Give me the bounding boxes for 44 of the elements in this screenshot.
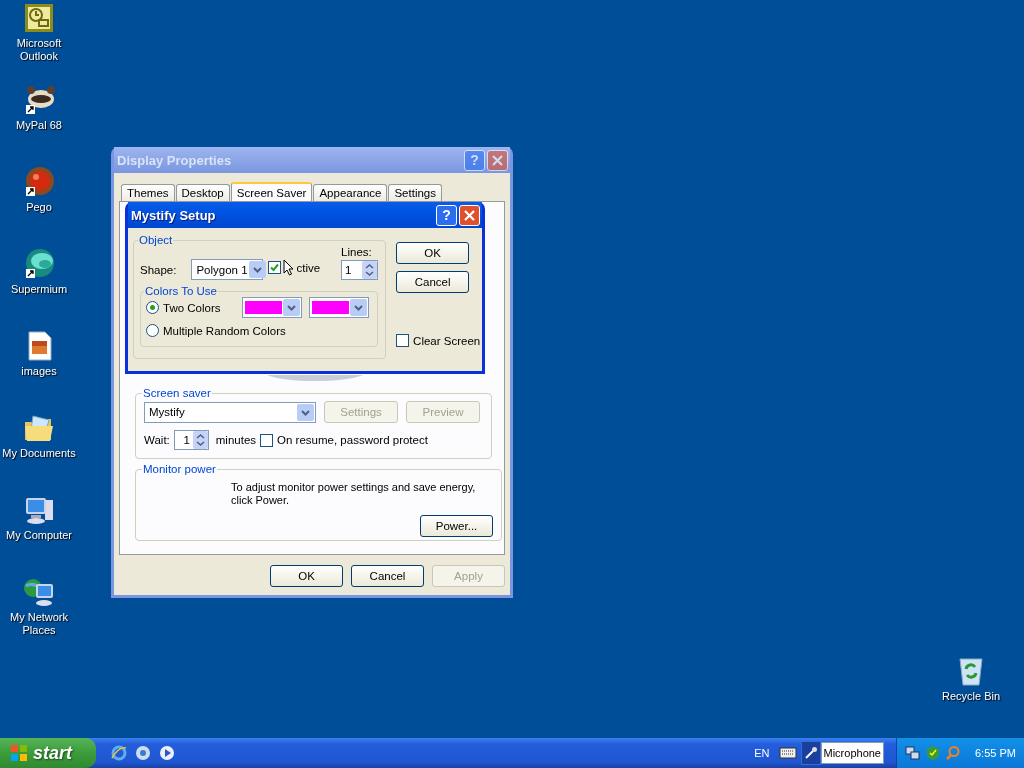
dialog-button[interactable]: OK	[396, 242, 470, 264]
desktop-icon-label[interactable]: My Network Places	[0, 611, 78, 637]
group-title: Monitor power	[142, 463, 217, 475]
start-button[interactable]: start	[0, 738, 96, 768]
tab[interactable]: Themes	[121, 184, 175, 201]
desktop-icon-label[interactable]: Pego	[26, 201, 52, 214]
lines-label: Lines:	[341, 246, 373, 258]
option-label: Two Colors	[163, 301, 221, 314]
help-button[interactable]: ?	[436, 204, 457, 226]
desktop-icon-label[interactable]: My Computer	[6, 529, 72, 542]
desktop-icon-label[interactable]: Microsoft Outlook	[0, 37, 78, 63]
desktop-icon-label[interactable]: MyPal 68	[16, 119, 62, 132]
window-title: Mystify Setup	[131, 207, 217, 223]
lines-field[interactable]: 1	[341, 260, 379, 280]
dialog-button[interactable]: Cancel	[351, 565, 424, 587]
language-indicator[interactable]: EN	[754, 747, 770, 759]
minutes-label: minutes	[215, 434, 257, 446]
tab[interactable]: Settings	[388, 184, 442, 201]
power-button[interactable]: Power...	[420, 515, 493, 537]
option-label: Multiple Random Colors	[163, 324, 286, 337]
dialog-button[interactable]: Cancel	[396, 271, 470, 293]
shape-label: Shape:	[140, 264, 177, 276]
group-title: Screen saver	[142, 387, 212, 399]
tab[interactable]: Screen Saver	[230, 182, 313, 201]
desktop-icon-label[interactable]: Recycle Bin	[941, 690, 1001, 703]
desktop-icon-label[interactable]: My Documents	[2, 447, 76, 460]
active-label: ctive	[296, 261, 321, 274]
desktop-icon-label[interactable]: images	[21, 365, 57, 378]
group-title: Object	[138, 234, 174, 246]
dialog-button[interactable]: OK	[270, 565, 343, 587]
window-title: Display Properties	[117, 152, 233, 168]
tab[interactable]: Desktop	[175, 184, 230, 201]
clock: 6:55 PM	[975, 747, 1016, 759]
monitor-power-text: To adjust monitor power settings and save energy, click Power.	[231, 481, 477, 507]
wait-label: Wait:	[144, 434, 170, 446]
clear-screen-label: Clear Screen	[413, 334, 481, 347]
toolbar-field[interactable]: Microphone	[820, 742, 884, 764]
screen-saver-dropdown[interactable]: Mystify	[144, 401, 316, 423]
password-protect-label: On resume, password protect	[277, 434, 428, 446]
group-title: Colors To Use	[144, 285, 218, 297]
wait-field[interactable]: 1	[173, 430, 209, 450]
tab[interactable]: Appearance	[313, 184, 388, 201]
shape-dropdown[interactable]: Polygon 1	[191, 259, 264, 280]
desktop-icon-label[interactable]: Supermium	[10, 283, 68, 296]
